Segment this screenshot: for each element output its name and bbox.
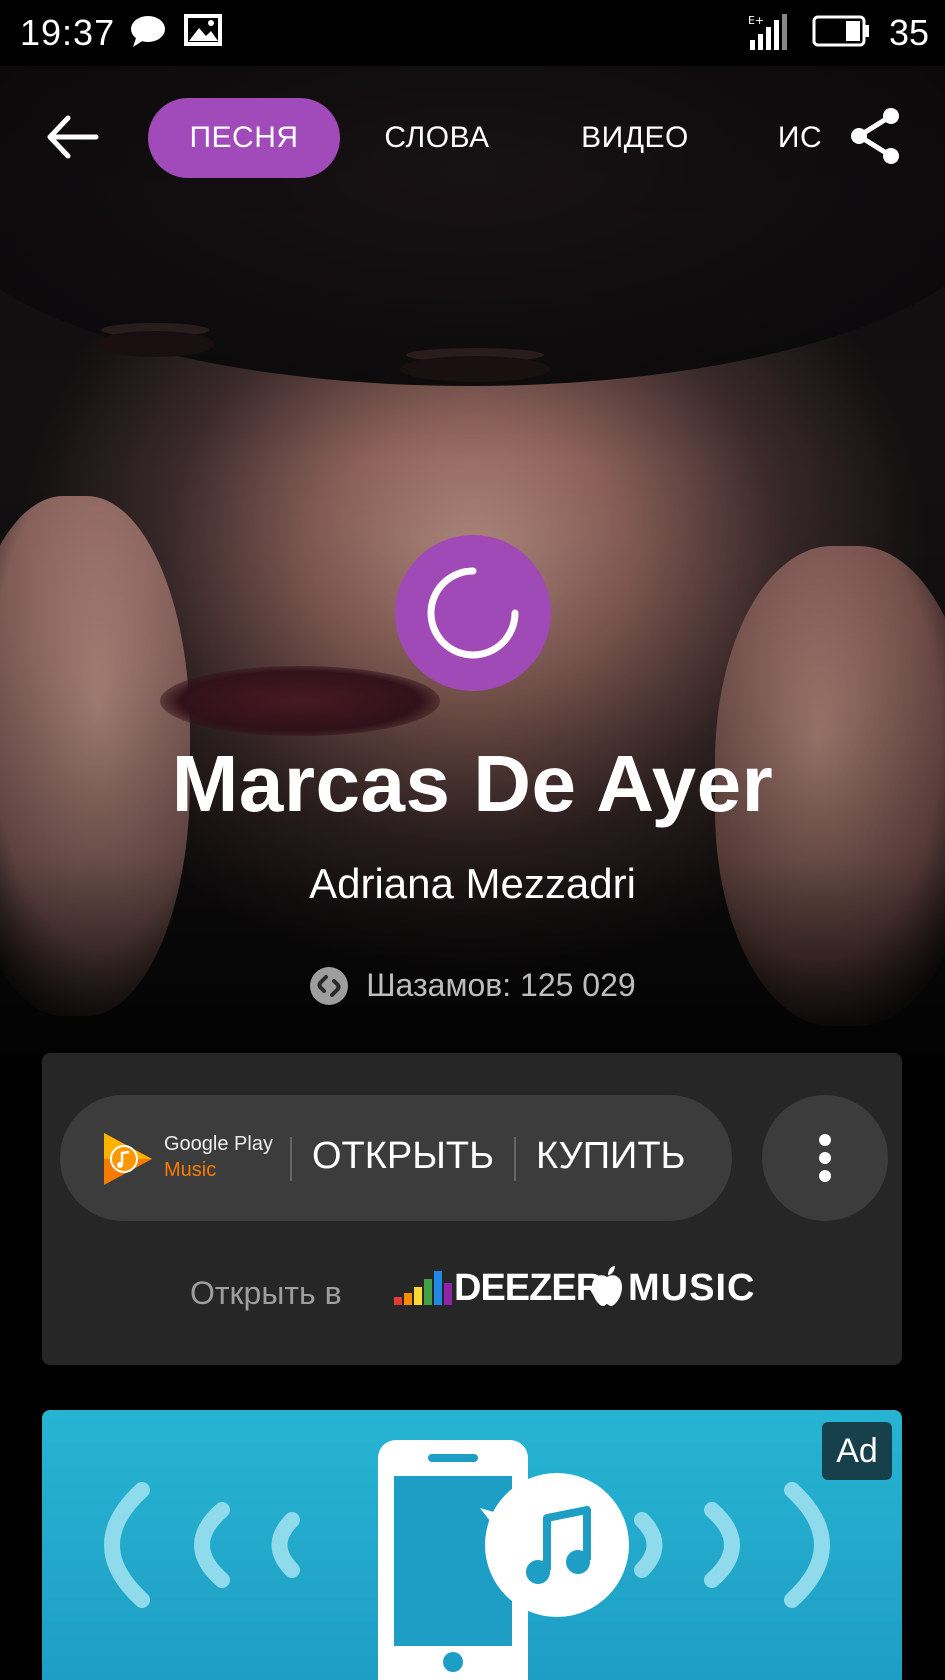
image-icon [184,14,222,46]
tab-video[interactable]: ВИДЕО [560,98,710,178]
open-button[interactable]: ОТКРЫТЬ [312,1135,494,1178]
provider-panel: Google Play Music ОТКРЫТЬ КУПИТЬ Открыть… [42,1053,902,1365]
ad-illustration [104,1440,830,1680]
more-vert-icon [819,1134,831,1182]
divider [514,1137,516,1181]
ad-badge: Ad [822,1422,892,1480]
open-in-label: Открыть в [190,1275,342,1311]
loading-spinner-icon [427,567,519,659]
apple-music-link[interactable]: MUSIC [628,1267,755,1310]
google-play-brand: Google Play [164,1133,273,1155]
buy-button[interactable]: КУПИТЬ [536,1135,685,1178]
battery-level: 35 [888,12,929,53]
song-title: Marcas De Ayer [171,739,774,828]
song-artist[interactable]: Adriana Mezzadri [0,860,945,908]
status-bar: 19:37 E+ 35 [0,0,945,66]
play-button[interactable] [395,535,551,691]
svg-text:E+: E+ [748,14,764,27]
shazam-icon [310,966,349,1005]
shazam-count: Шазамов: 125 029 [0,965,945,1006]
google-play-pill: Google Play Music ОТКРЫТЬ КУПИТЬ [60,1095,732,1221]
battery-icon [812,15,869,47]
top-nav: ПЕСНЯ СЛОВА ВИДЕО ИС [0,90,945,186]
tab-song[interactable]: ПЕСНЯ [148,98,340,178]
status-time: 19:37 [20,12,116,53]
google-play-brand-sub: Music [164,1159,217,1181]
tab-artist[interactable]: ИС [760,98,840,178]
share-icon[interactable] [847,106,905,166]
deezer-link[interactable]: DEEZER [454,1267,603,1310]
deezer-logo-icon[interactable] [394,1267,454,1307]
more-options-button[interactable] [762,1095,888,1221]
chat-bubble-icon [131,16,165,47]
back-arrow-icon[interactable] [42,112,102,162]
google-play-music-logo [104,1133,152,1185]
signal-icon: E+ [748,14,787,50]
ad-banner[interactable]: Ad [42,1410,902,1680]
tab-lyrics[interactable]: СЛОВА [362,98,512,178]
apple-logo-icon[interactable] [590,1265,624,1307]
divider [290,1137,292,1181]
shazam-count-label: Шазамов: 125 029 [366,967,636,1004]
